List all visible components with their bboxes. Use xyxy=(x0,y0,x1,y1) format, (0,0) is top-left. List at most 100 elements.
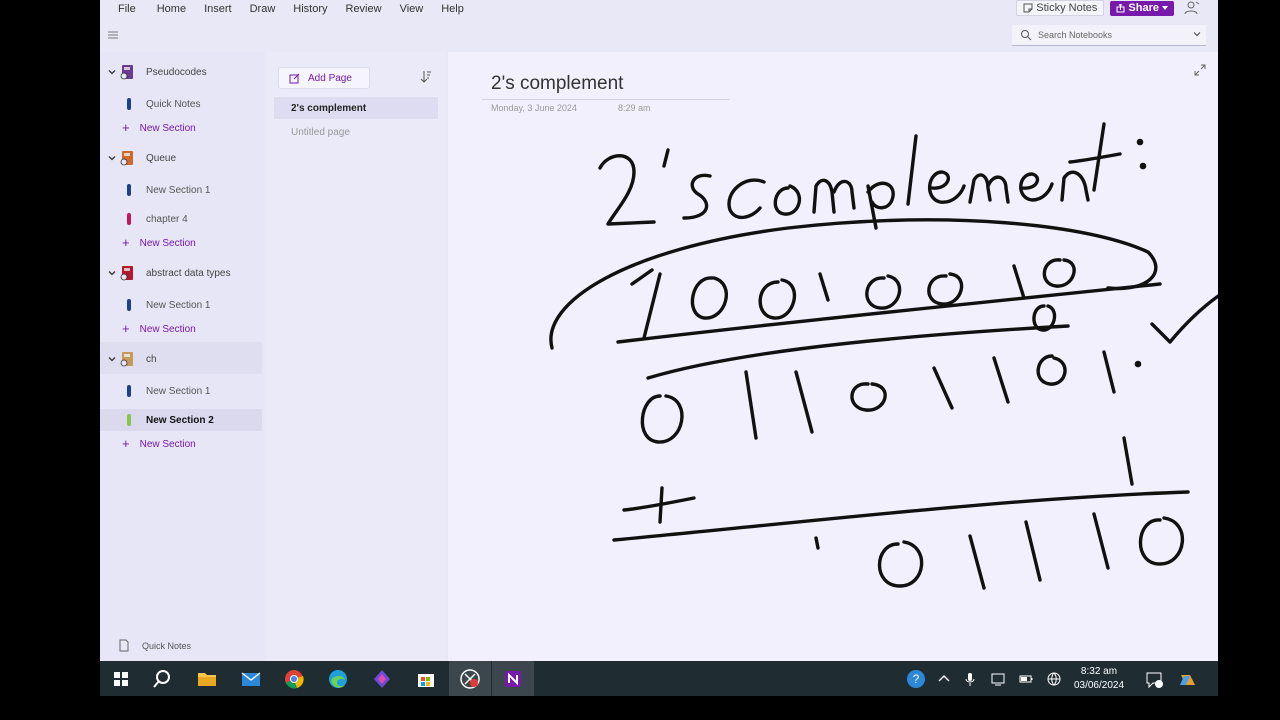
search-icon xyxy=(1021,30,1032,41)
handwritten-ink xyxy=(549,122,1218,590)
battery-icon[interactable] xyxy=(1018,671,1034,687)
edge-icon[interactable] xyxy=(327,668,349,690)
section-label: Quick Notes xyxy=(146,98,201,110)
app-icon-diamond[interactable] xyxy=(371,668,393,690)
taskbar: ? 8:32 am 03/06/2024 xyxy=(100,661,1218,696)
onenote-window: File Home Insert Draw History Review Vie… xyxy=(100,0,1218,661)
microphone-icon[interactable] xyxy=(962,671,978,687)
notebook-icon xyxy=(120,65,133,80)
new-section-label: New Section xyxy=(139,323,196,335)
menu-draw[interactable]: Draw xyxy=(250,3,276,15)
sort-icon[interactable] xyxy=(420,70,432,84)
chevron-up-icon[interactable] xyxy=(936,671,952,687)
notebook-name: Queue xyxy=(146,152,177,164)
svg-text:?: ? xyxy=(913,672,920,686)
new-section-button[interactable]: + New Section xyxy=(100,233,264,253)
page-list: Add Page 2's complement Untitled page xyxy=(266,52,446,661)
section-label: New Section 1 xyxy=(146,385,211,397)
menu-help[interactable]: Help xyxy=(441,3,464,15)
search-icon[interactable] xyxy=(151,668,173,690)
chevron-down-icon xyxy=(108,271,116,276)
notebook-icon xyxy=(120,266,133,281)
section-label: New Section 1 xyxy=(146,299,211,311)
menu-view[interactable]: View xyxy=(400,3,424,15)
section-new-section-1[interactable]: New Section 1 xyxy=(100,294,264,316)
sticky-note-icon xyxy=(1023,3,1033,13)
notebook-ch[interactable]: ch xyxy=(100,346,264,372)
new-section-button[interactable]: + New Section xyxy=(100,434,264,454)
notification-icon[interactable] xyxy=(1145,671,1165,689)
section-chapter-4[interactable]: chapter 4 xyxy=(100,208,264,230)
notebook-abstract-data-types[interactable]: abstract data types xyxy=(100,260,264,286)
notebook-pseudocodes[interactable]: Pseudocodes xyxy=(100,59,264,85)
section-tab-color xyxy=(127,213,131,225)
page-item-untitled[interactable]: Untitled page xyxy=(274,121,438,143)
menu-home[interactable]: Home xyxy=(157,3,186,15)
notebook-queue[interactable]: Queue xyxy=(100,145,264,171)
search-placeholder: Search Notebooks xyxy=(1038,30,1113,40)
snipping-tool-icon[interactable] xyxy=(459,668,481,690)
new-section-button[interactable]: + New Section xyxy=(100,319,264,339)
page-item-label: Untitled page xyxy=(291,126,350,138)
mail-icon[interactable] xyxy=(240,668,262,690)
person-icon[interactable] xyxy=(1184,1,1200,15)
share-label: Share xyxy=(1128,2,1159,14)
plus-icon: + xyxy=(122,235,130,250)
section-tab-color xyxy=(127,98,131,110)
sticky-notes-label: Sticky Notes xyxy=(1036,2,1098,14)
notebook-icon xyxy=(120,151,133,166)
plus-icon: + xyxy=(122,321,130,336)
plus-icon: + xyxy=(122,436,130,451)
section-tab-color xyxy=(127,299,131,311)
chevron-down-icon xyxy=(108,156,116,161)
globe-icon[interactable] xyxy=(1046,671,1062,687)
menu-insert[interactable]: Insert xyxy=(204,3,232,15)
clock-date: 03/06/2024 xyxy=(1073,680,1125,691)
add-page-label: Add Page xyxy=(308,72,352,84)
notebook-nav: Pseudocodes Quick Notes + New Section Qu… xyxy=(100,52,264,661)
new-section-label: New Section xyxy=(139,438,196,450)
help-icon[interactable]: ? xyxy=(906,669,926,689)
clock-time: 8:32 am xyxy=(1080,666,1118,677)
section-new-section-2[interactable]: New Section 2 xyxy=(100,409,262,431)
add-page-button[interactable]: Add Page xyxy=(278,67,370,89)
sticky-notes-button[interactable]: Sticky Notes xyxy=(1016,0,1105,16)
section-label: chapter 4 xyxy=(146,213,188,225)
notebook-name: ch xyxy=(146,353,157,365)
search-box[interactable]: Search Notebooks xyxy=(1012,25,1206,46)
chevron-down-icon xyxy=(108,70,116,75)
copilot-icon[interactable] xyxy=(1178,671,1198,689)
display-icon[interactable] xyxy=(990,671,1006,687)
page-item-2s-complement[interactable]: 2's complement xyxy=(274,97,438,119)
section-new-section-1[interactable]: New Section 1 xyxy=(100,380,264,402)
share-button[interactable]: Share xyxy=(1110,0,1174,16)
chrome-icon[interactable] xyxy=(283,668,305,690)
page-canvas[interactable]: 2's complement Monday, 3 June 2024 8:29 … xyxy=(448,52,1218,661)
section-label: New Section 2 xyxy=(146,414,214,426)
system-clock[interactable]: 8:32 am 03/06/2024 xyxy=(1064,665,1134,693)
menu-history[interactable]: History xyxy=(293,3,327,15)
menu-bar: File Home Insert Draw History Review Vie… xyxy=(100,0,1218,18)
new-section-label: New Section xyxy=(139,122,196,134)
chevron-down-icon[interactable] xyxy=(1192,29,1202,39)
new-section-label: New Section xyxy=(139,237,196,249)
section-label: New Section 1 xyxy=(146,184,211,196)
quick-notes-footer[interactable]: Quick Notes xyxy=(118,639,191,652)
screen-bottom-bezel xyxy=(0,696,1280,720)
section-new-section-1[interactable]: New Section 1 xyxy=(100,179,264,201)
title-actions: Sticky Notes Share xyxy=(1016,0,1174,16)
notebook-icon xyxy=(120,352,133,367)
add-page-icon xyxy=(289,73,300,83)
onenote-icon[interactable] xyxy=(502,668,524,690)
section-quick-notes[interactable]: Quick Notes xyxy=(100,93,264,115)
menu-file[interactable]: File xyxy=(118,3,136,15)
page-item-label: 2's complement xyxy=(291,102,367,114)
toolbar: Search Notebooks xyxy=(100,24,1218,48)
new-section-button[interactable]: + New Section xyxy=(100,118,264,138)
hamburger-icon[interactable] xyxy=(107,29,119,41)
menu-review[interactable]: Review xyxy=(346,3,382,15)
file-explorer-icon[interactable] xyxy=(196,668,218,690)
quick-notes-icon xyxy=(119,639,129,652)
store-icon[interactable] xyxy=(415,668,437,690)
windows-start-icon[interactable] xyxy=(110,668,132,690)
